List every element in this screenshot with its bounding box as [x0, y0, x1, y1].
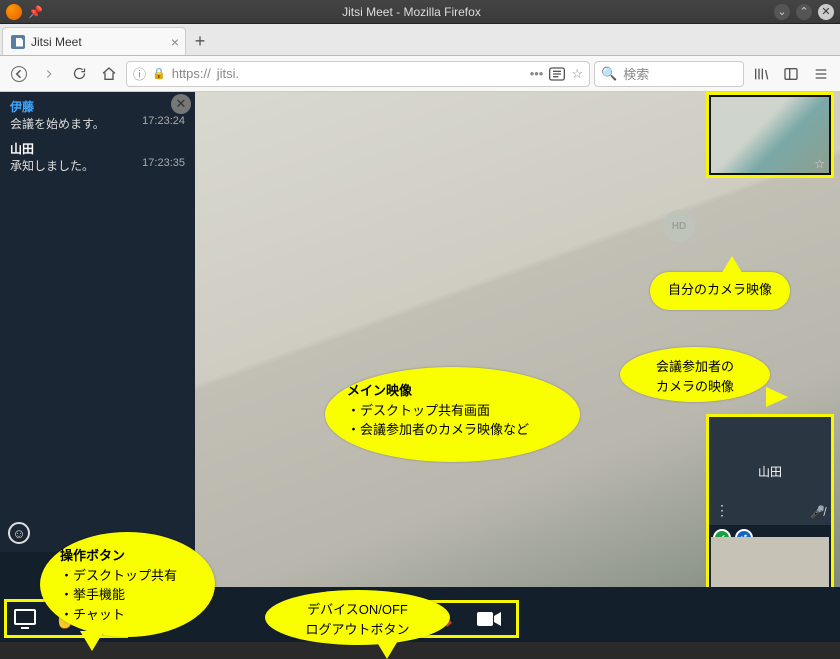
callout-left-controls: 操作ボタン ・デスクトップ共有 ・挙手機能 ・チャット [40, 532, 215, 637]
callout-line: ・デスクトップ共有 [60, 568, 177, 583]
chat-time: 17:23:24 [142, 115, 185, 132]
window-title: Jitsi Meet - Mozilla Firefox [49, 5, 774, 19]
star-icon[interactable]: ☆ [814, 157, 825, 171]
callout-participant-cameras: 会議参加者の カメラの映像 [620, 347, 770, 402]
hd-badge: HD [663, 210, 695, 242]
callout-tail [375, 639, 399, 659]
url-box[interactable]: ⓘ 🔒 https:// jitsi. ••• ☆ [126, 61, 590, 87]
url-more-icon[interactable]: ••• [530, 66, 544, 81]
emoji-button[interactable]: ☺ [8, 522, 30, 544]
callout-tail [80, 631, 104, 651]
callout-text: 自分のカメラ映像 [668, 282, 772, 297]
site-info-icon[interactable]: ⓘ [133, 64, 146, 83]
callout-line: デバイスON/OFF [307, 602, 408, 617]
browser-navbar: ⓘ 🔒 https:// jitsi. ••• ☆ 🔍 検索 [0, 56, 840, 92]
chat-sender: 伊藤 [10, 98, 185, 115]
back-button[interactable] [6, 61, 32, 87]
firefox-icon [6, 4, 22, 20]
chat-time: 17:23:35 [142, 157, 185, 174]
search-box[interactable]: 🔍 検索 [594, 61, 744, 87]
callout-line: ・挙手機能 [60, 587, 125, 602]
callout-tail [766, 387, 788, 407]
callout-line: カメラの映像 [656, 379, 734, 394]
browser-tab[interactable]: Jitsi Meet × [2, 27, 186, 55]
chat-close-button[interactable]: ✕ [171, 94, 191, 114]
self-camera-thumbnail[interactable]: ☆ [706, 92, 834, 178]
callout-line: ・会議参加者のカメラ映像など [347, 422, 529, 437]
home-button[interactable] [96, 61, 122, 87]
window-buttons: ⌄ ⌃ ✕ [774, 4, 834, 20]
url-prefix: https:// [172, 66, 211, 81]
callout-self-camera: 自分のカメラ映像 [650, 272, 790, 310]
menu-button[interactable] [808, 61, 834, 87]
minimize-button[interactable]: ⌄ [774, 4, 790, 20]
forward-button[interactable] [36, 61, 62, 87]
more-icon[interactable]: ⋮ [715, 502, 729, 519]
jitsi-favicon-icon [11, 35, 25, 49]
sidebar-icon[interactable] [778, 61, 804, 87]
reader-icon[interactable] [549, 67, 565, 81]
callout-title: メイン映像 [347, 383, 412, 398]
search-icon: 🔍 [601, 66, 617, 82]
maximize-button[interactable]: ⌃ [796, 4, 812, 20]
callout-line: ・チャット [60, 607, 125, 622]
callout-tail [720, 256, 744, 276]
callout-line: 会議参加者の [656, 359, 734, 374]
lock-icon: 🔒 [152, 67, 166, 80]
pin-icon: 📌 [28, 5, 43, 19]
tab-title: Jitsi Meet [31, 35, 82, 49]
window-titlebar: 📌 Jitsi Meet - Mozilla Firefox ⌄ ⌃ ✕ [0, 0, 840, 24]
jitsi-content: ✕ 伊藤 会議を始めます。 17:23:24 山田 承知しました。 17:23:… [0, 92, 840, 642]
callout-line: ログアウトボタン [305, 622, 409, 637]
new-tab-button[interactable]: + [186, 27, 214, 55]
chat-panel: ✕ 伊藤 会議を始めます。 17:23:24 山田 承知しました。 17:23:… [0, 92, 195, 552]
reload-button[interactable] [66, 61, 92, 87]
search-placeholder: 検索 [623, 64, 649, 83]
chat-sender: 山田 [10, 140, 185, 157]
mic-muted-icon: 🎤̸ [810, 505, 825, 519]
callout-center-controls: デバイスON/OFF ログアウトボタン [265, 590, 450, 645]
callout-title: 操作ボタン [60, 548, 125, 563]
chat-text: 承知しました。 [10, 157, 94, 174]
close-window-button[interactable]: ✕ [818, 4, 834, 20]
bookmark-star-icon[interactable]: ☆ [571, 66, 583, 82]
camera-button[interactable] [476, 610, 502, 628]
tab-close-button[interactable]: × [171, 34, 179, 50]
participant-tile[interactable]: 山田 ⋮ 🎤̸ [709, 417, 831, 525]
callout-main-video: メイン映像 ・デスクトップ共有画面 ・会議参加者のカメラ映像など [325, 367, 580, 462]
library-icon[interactable] [748, 61, 774, 87]
chat-text: 会議を始めます。 [10, 115, 105, 132]
callout-line: ・デスクトップ共有画面 [347, 403, 490, 418]
browser-tabbar: Jitsi Meet × + [0, 24, 840, 56]
screenshare-button[interactable] [13, 608, 39, 630]
url-host: jitsi. [217, 66, 239, 81]
